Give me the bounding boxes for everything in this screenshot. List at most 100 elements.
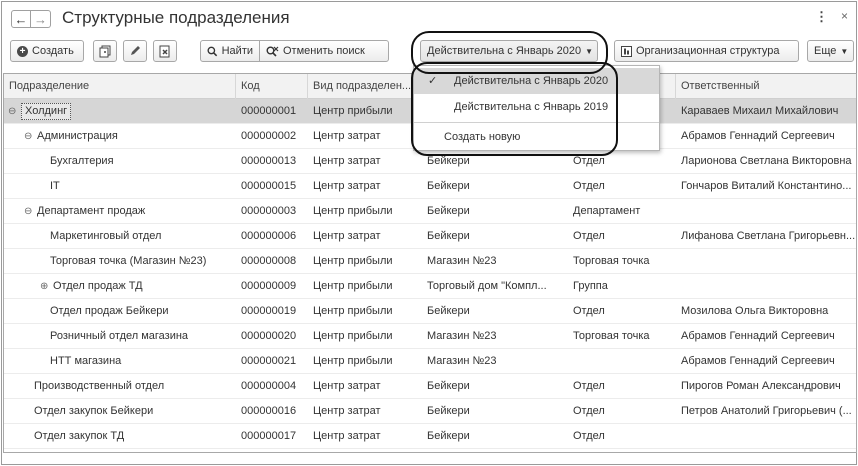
cell-organization: Бейкери	[427, 230, 470, 242]
cell-responsible: Абрамов Геннадий Сергеевич	[681, 330, 835, 342]
table-row[interactable]: Отдел закупок Бейкери 000000016 Центр затр…	[4, 399, 856, 424]
validity-period-dropdown: ✓ Действительна с Январь 2020 Действител…	[413, 65, 660, 151]
cell-type: Отдел	[573, 305, 605, 317]
cell-code: 000000002	[241, 130, 297, 142]
more-actions-icon[interactable]: ⋮	[815, 9, 828, 25]
cell-responsible	[676, 199, 856, 224]
table-row[interactable]: Торговая точка (Магазин №23) 000000008 Цен…	[4, 249, 856, 274]
cell-type: Отдел	[573, 230, 605, 242]
copy-icon	[99, 45, 111, 57]
toolbar: + Создать Найти Отменить поиск Действите…	[2, 40, 856, 64]
cell-kind: Центр прибыли	[313, 330, 393, 342]
cell-subdivision: Бухгалтерия	[4, 149, 236, 174]
cell-organization: Магазин №23	[427, 355, 497, 367]
subdivision-name: Торговая точка (Магазин №23)	[50, 255, 207, 267]
cell-subdivision: Отдел закупок ТД	[4, 424, 236, 449]
cell-kind: Центр прибыли	[313, 280, 393, 292]
expand-icon[interactable]: ⊕	[40, 274, 50, 299]
find-button[interactable]: Найти	[200, 40, 260, 62]
cell-code: 000000006	[241, 230, 297, 242]
cell-kind: Центр затрат	[313, 380, 381, 392]
table-row[interactable]: Отдел продаж Бейкери 000000019 Центр прибы…	[4, 299, 856, 324]
table-row[interactable]: Производственный отдел 000000004 Центр зат…	[4, 374, 856, 399]
subdivision-name: Отдел закупок ТД	[34, 430, 125, 442]
create-button[interactable]: + Создать	[10, 40, 84, 62]
table-row[interactable]: ⊖ Департамент продаж 000000003 Центр прибыл…	[4, 199, 856, 224]
table-row[interactable]: Бухгалтерия 000000013 Центр затрат Бейкери О…	[4, 149, 856, 174]
cell-responsible: Абрамов Геннадий Сергеевич	[681, 130, 835, 142]
subdivision-name: Холдинг	[21, 103, 72, 120]
cell-responsible: Лифанова Светлана Григорьевн...	[681, 230, 856, 242]
cell-subdivision: ⊖ Департамент продаж	[4, 199, 236, 224]
column-header-code[interactable]: Код	[236, 74, 308, 99]
validity-period-select[interactable]: Действительна с Январь 2020 ▼	[420, 40, 598, 62]
more-button[interactable]: Еще ▼	[807, 40, 854, 62]
close-icon[interactable]: ×	[841, 9, 848, 23]
cell-type: Торговая точка	[573, 330, 650, 342]
column-header-responsible[interactable]: Ответственный	[676, 74, 856, 99]
subdivision-name: Департамент продаж	[37, 205, 146, 217]
subdivision-name: Маркетинговый отдел	[50, 230, 162, 242]
dropdown-item-2020[interactable]: ✓ Действительна с Январь 2020	[414, 68, 659, 94]
org-structure-button[interactable]: Организационная структура	[614, 40, 799, 62]
delete-mark-icon	[159, 45, 170, 57]
edit-button[interactable]	[123, 40, 147, 62]
cell-code: 000000016	[241, 405, 297, 417]
cell-type	[568, 349, 676, 374]
dropdown-item-label: Действительна с Январь 2019	[454, 101, 609, 113]
cell-responsible: Гончаров Виталий Константино...	[681, 180, 852, 192]
chevron-down-icon: ▼	[840, 46, 849, 56]
back-button[interactable]: ←	[11, 10, 31, 28]
cell-organization: Бейкери	[427, 180, 470, 192]
cell-kind: Центр затрат	[313, 130, 381, 142]
dropdown-separator	[414, 122, 659, 123]
mark-delete-button[interactable]	[153, 40, 177, 62]
search-icon	[207, 46, 218, 56]
subdivision-name: Отдел продаж ТД	[53, 280, 143, 292]
cell-responsible: Ларионова Светлана Викторовна	[681, 155, 852, 167]
subdivision-name: Бухгалтерия	[50, 155, 114, 167]
column-header-subdivision[interactable]: Подразделение	[4, 74, 236, 99]
collapse-icon[interactable]: ⊖	[24, 199, 34, 224]
check-icon: ✓	[428, 75, 438, 87]
collapse-icon[interactable]: ⊖	[24, 124, 34, 149]
cell-organization: Бейкери	[427, 205, 470, 217]
cell-code: 000000020	[241, 330, 297, 342]
pencil-icon	[131, 46, 140, 55]
cell-kind: Центр затрат	[313, 155, 381, 167]
table-row[interactable]: Маркетинговый отдел 000000006 Центр затрат…	[4, 224, 856, 249]
subdivision-name: IT	[50, 180, 60, 192]
table-row[interactable]: Отдел закупок ТД 000000017 Центр затрат Бей…	[4, 424, 856, 449]
cell-subdivision: IT	[4, 174, 236, 199]
page-title: Структурные подразделения	[62, 8, 290, 27]
find-label: Найти	[221, 45, 253, 57]
cell-subdivision: Производственный отдел	[4, 374, 236, 399]
cancel-search-button[interactable]: Отменить поиск	[259, 40, 389, 62]
collapse-icon[interactable]: ⊖	[8, 99, 18, 124]
copy-button[interactable]	[93, 40, 117, 62]
cell-organization: Бейкери	[427, 430, 470, 442]
main-window: ← → Структурные подразделения ⋮ × + Созд…	[1, 1, 857, 465]
subdivision-name: Отдел закупок Бейкери	[34, 405, 154, 417]
dropdown-item-create-new[interactable]: Создать новую	[414, 124, 659, 150]
cell-type: Группа	[573, 280, 608, 292]
table-row[interactable]: ⊕ Отдел продаж ТД 000000009 Центр прибыли То…	[4, 274, 856, 299]
forward-button[interactable]: →	[31, 10, 51, 28]
cell-code: 000000017	[241, 430, 297, 442]
plus-icon: +	[17, 45, 28, 57]
subdivision-name: Отдел продаж Бейкери	[50, 305, 169, 317]
column-header-kind[interactable]: Вид подразделен...	[308, 74, 422, 99]
table-row[interactable]: IT 000000015 Центр затрат Бейкери Отдел Гонча…	[4, 174, 856, 199]
cell-subdivision: Отдел закупок Бейкери	[4, 399, 236, 424]
cell-organization: Бейкери	[427, 305, 470, 317]
cell-subdivision: Торговая точка (Магазин №23)	[4, 249, 236, 274]
table-row[interactable]: Розничный отдел магазина 000000020 Центр п…	[4, 324, 856, 349]
title-bar: ← → Структурные подразделения ⋮ ×	[2, 2, 856, 32]
org-chart-icon	[621, 45, 632, 57]
cell-code: 000000019	[241, 305, 297, 317]
cell-code: 000000008	[241, 255, 297, 267]
cell-responsible	[676, 424, 856, 449]
table-row[interactable]: НТТ магазина 000000021 Центр прибыли Магази…	[4, 349, 856, 374]
dropdown-item-2019[interactable]: Действительна с Январь 2019	[414, 94, 659, 120]
cell-type: Отдел	[573, 180, 605, 192]
